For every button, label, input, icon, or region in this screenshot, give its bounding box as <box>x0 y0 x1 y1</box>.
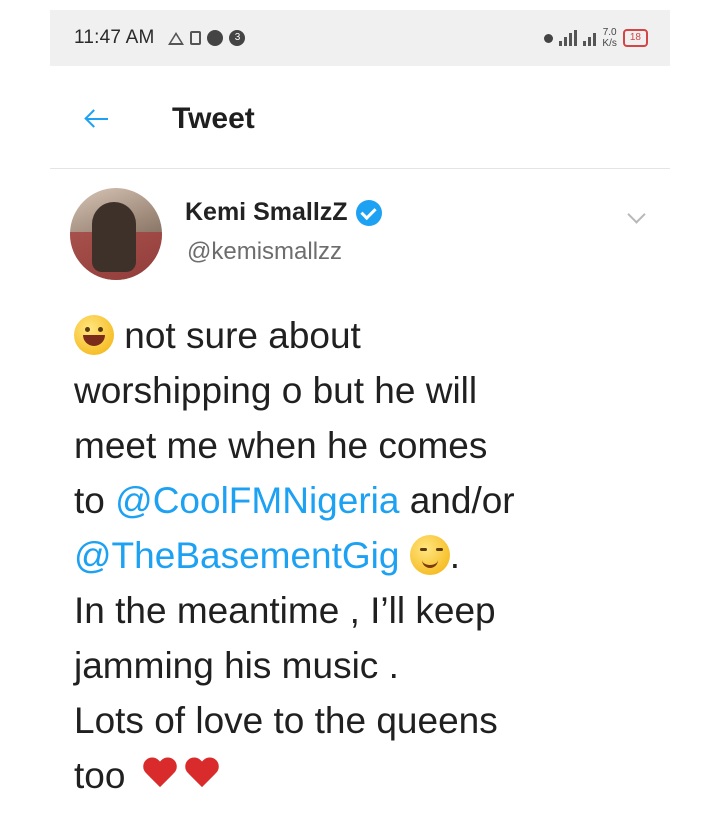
warning-icon <box>168 31 185 45</box>
tweet-text: not sure about worshipping o but he will… <box>74 308 654 803</box>
app-header: Tweet <box>50 70 670 169</box>
tweet-line: meet me when he comes <box>74 425 488 466</box>
display-name-text: Kemi SmallzZ <box>185 198 348 226</box>
tweet-line: In the meantime , I’ll keep <box>74 590 496 631</box>
winking-face-icon <box>409 535 450 575</box>
eye-comfort-icon <box>544 33 554 43</box>
signal-icon-2 <box>583 30 597 46</box>
tweet-text-segment: not sure about <box>114 315 361 356</box>
red-heart-icon <box>142 758 178 792</box>
network-speed: 7.0 K/s <box>602 27 616 49</box>
phone-screen: 11:47 AM 3 7.0 K/s 18 Tweet Kemi SmallzZ… <box>50 10 670 813</box>
mention-coolfmnigeria[interactable]: @CoolFMNigeria <box>115 480 399 521</box>
mention-thebasementgig[interactable]: @TheBasementGig <box>74 535 399 576</box>
grinning-face-icon <box>74 315 114 355</box>
speed-value: 7.0 <box>602 27 617 38</box>
tweet-line: Lots of love to the queens <box>74 700 498 741</box>
tweet-text-segment: . <box>449 535 461 576</box>
battery-icon: 18 <box>622 29 648 47</box>
status-time: 11:47 AM <box>74 27 155 48</box>
tweet-text-segment: to <box>74 480 116 521</box>
user-handle[interactable]: @kemismallzz <box>187 238 342 266</box>
app-dot-icon <box>207 30 224 46</box>
tweet-line: jamming his music . <box>74 645 399 686</box>
notification-badge: 3 <box>229 30 246 46</box>
notification-icons: 3 <box>168 30 246 46</box>
tweet-text-segment: and/or <box>399 480 515 521</box>
tweet-text-segment: too <box>74 755 136 796</box>
speed-unit: K/s <box>602 38 617 49</box>
status-bar: 11:47 AM 3 7.0 K/s 18 <box>50 10 670 66</box>
verified-badge-icon <box>355 199 382 226</box>
red-heart-icon <box>184 758 220 792</box>
display-name[interactable]: Kemi SmallzZ <box>185 198 382 227</box>
chevron-down-icon[interactable] <box>627 205 646 224</box>
avatar[interactable] <box>70 188 162 280</box>
page-title: Tweet <box>172 102 255 135</box>
tweet-line: to @CoolFMNigeria and/or <box>74 473 654 528</box>
tweet-line: worshipping o but he will <box>74 370 478 411</box>
status-right: 7.0 K/s 18 <box>544 27 648 49</box>
notification-icon <box>190 31 202 45</box>
tweet-line: @TheBasementGig . <box>74 528 654 583</box>
signal-icon <box>559 30 578 46</box>
tweet-line: not sure about <box>74 308 654 363</box>
tweet-line: too <box>74 748 654 803</box>
back-arrow-icon[interactable] <box>80 102 114 136</box>
